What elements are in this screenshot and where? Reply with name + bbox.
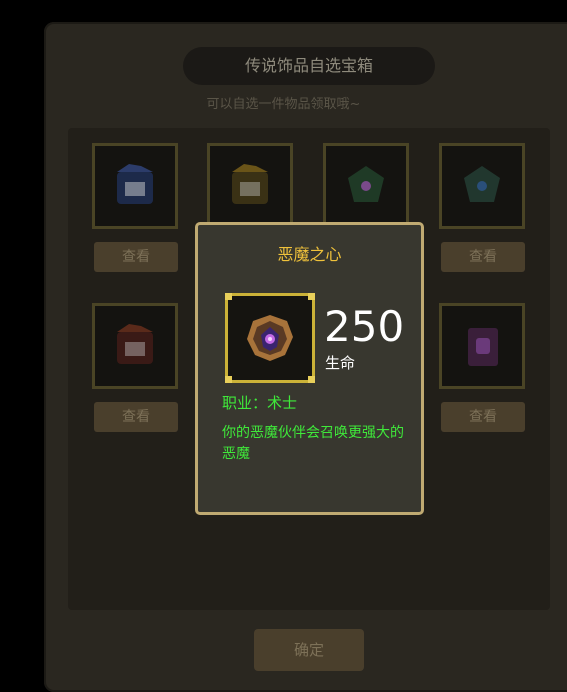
chest-title: 传说饰品自选宝箱: [183, 47, 435, 85]
tooltip-title: 恶魔之心: [277, 245, 342, 264]
item-tooltip: 恶魔之心 250 生命 职业：术士 你的恶魔伙伴会召唤更强大的恶魔: [195, 222, 424, 515]
view-button-1[interactable]: 查看: [94, 242, 178, 272]
item-slot-6[interactable]: [439, 303, 525, 389]
item-slot-1[interactable]: [92, 143, 178, 229]
red-armor-icon: [117, 324, 153, 364]
green-amulet-icon: [348, 166, 384, 202]
tooltip-icon-frame: [225, 293, 315, 383]
view-button-4[interactable]: 查看: [441, 242, 525, 272]
stat-value: 250: [324, 302, 405, 351]
gold-armor-icon: [232, 164, 268, 204]
item-slot-5[interactable]: [92, 303, 178, 389]
view-button-5[interactable]: 查看: [94, 402, 178, 432]
item-slot-4[interactable]: [439, 143, 525, 229]
blue-armor-icon: [117, 164, 153, 204]
chest-subtitle: 可以自选一件物品领取哦~: [206, 97, 361, 112]
item-description: 你的恶魔伙伴会召唤更强大的恶魔: [222, 425, 404, 462]
purple-tome-icon: [468, 328, 498, 366]
class-requirement: 职业：术士: [222, 394, 298, 412]
teal-amulet-icon: [464, 166, 500, 202]
demon-heart-icon: [247, 315, 293, 361]
stat-label: 生命: [325, 354, 356, 372]
item-slot-3[interactable]: [323, 143, 409, 229]
view-button-6[interactable]: 查看: [441, 402, 525, 432]
confirm-button[interactable]: 确定: [254, 629, 364, 671]
item-slot-2[interactable]: [207, 143, 293, 229]
